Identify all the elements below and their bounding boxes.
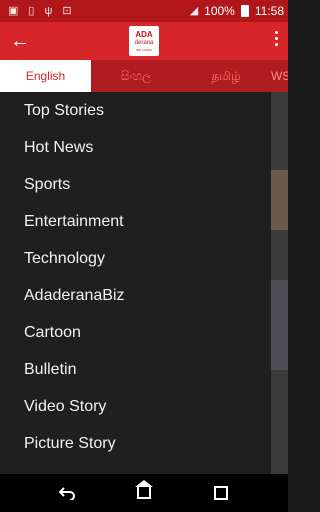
drawer-item-bulletin[interactable]: Bulletin	[24, 351, 76, 388]
drawer-item-entertainment[interactable]: Entertainment	[24, 203, 124, 240]
drawer-item-sports[interactable]: Sports	[24, 166, 70, 203]
logo-line2: derana	[134, 40, 154, 46]
arrow-left-icon[interactable]: ←	[10, 29, 30, 53]
background-image-strip	[271, 170, 288, 230]
vibrate-icon: ▯	[28, 5, 35, 17]
background-image-strip	[271, 280, 288, 370]
logo-tagline: SRI LANKA	[136, 48, 152, 52]
signal-icon: ◢	[189, 5, 199, 17]
drawer-item-video-story[interactable]: Video Story	[24, 388, 106, 425]
tab-english[interactable]: English	[0, 60, 91, 92]
drawer-item-cartoon[interactable]: Cartoon	[24, 314, 81, 351]
drawer-item-adaderanabiz[interactable]: AdaderanaBiz	[24, 277, 125, 314]
cast-icon: ⊡	[62, 5, 72, 17]
language-tabs: English සිංහල தமிழ் WS	[0, 60, 288, 92]
drawer-item-top-stories[interactable]: Top Stories	[24, 92, 104, 129]
status-bar: ▣ ▯ ψ ⊡ ◢ 100% 11:58	[0, 0, 288, 22]
recents-icon[interactable]	[201, 474, 241, 512]
drawer-item-technology[interactable]: Technology	[24, 240, 105, 277]
tab-sinhala[interactable]: සිංහල	[91, 60, 181, 92]
drawer-item-hot-news[interactable]: Hot News	[24, 129, 93, 166]
battery-icon	[240, 5, 249, 17]
home-icon[interactable]	[124, 474, 164, 512]
clock: 11:58	[254, 4, 284, 18]
drawer-item-picture-story[interactable]: Picture Story	[24, 425, 116, 462]
tab-news-partial[interactable]: WS	[271, 60, 288, 92]
ada-derana-logo: ADA derana SRI LANKA	[129, 26, 159, 56]
usb-icon: ψ	[44, 5, 53, 17]
battery-percentage: 100%	[204, 4, 235, 18]
navigation-drawer: Top Stories Hot News Sports Entertainmen…	[0, 92, 271, 474]
system-nav-bar	[0, 474, 288, 512]
vertical-dots-icon[interactable]	[275, 31, 278, 46]
app-bar: ← ADA derana SRI LANKA	[0, 22, 288, 60]
tab-tamil[interactable]: தமிழ்	[181, 60, 271, 92]
logo-line1: ADA	[135, 30, 153, 39]
gallery-icon: ▣	[8, 5, 19, 17]
back-icon[interactable]	[47, 474, 87, 512]
